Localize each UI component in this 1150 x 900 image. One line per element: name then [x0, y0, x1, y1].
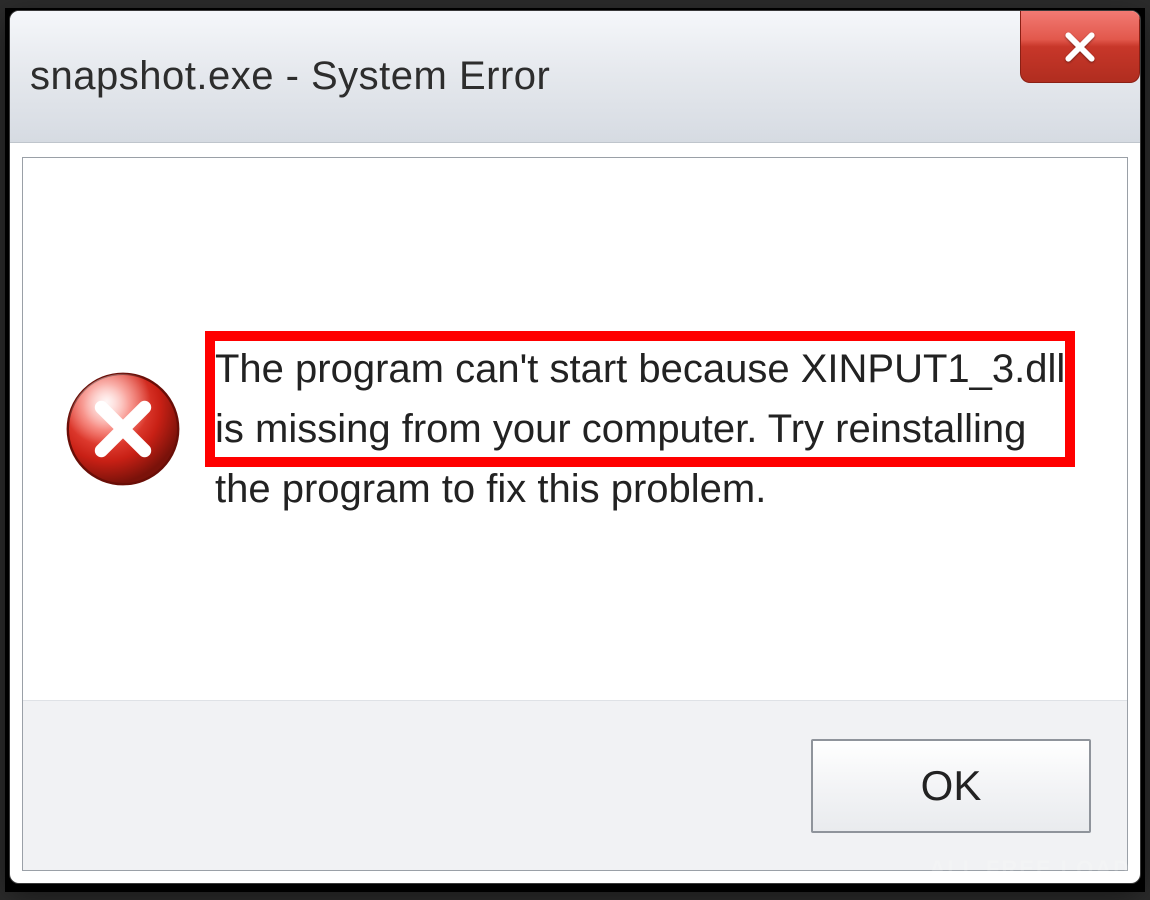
error-message-text: The program can't start because XINPUT1_…: [215, 339, 1085, 519]
dialog-content: The program can't start because XINPUT1_…: [22, 157, 1128, 871]
close-icon: [1060, 27, 1100, 67]
dialog-title: snapshot.exe - System Error: [30, 54, 550, 99]
message-area: The program can't start because XINPUT1_…: [23, 158, 1127, 700]
close-button[interactable]: [1020, 11, 1140, 83]
error-icon: [63, 369, 183, 489]
system-error-dialog: snapshot.exe - System Error: [9, 10, 1141, 884]
ok-button[interactable]: OK: [811, 739, 1091, 833]
titlebar[interactable]: snapshot.exe - System Error: [10, 11, 1140, 143]
button-row: OK: [23, 700, 1127, 870]
